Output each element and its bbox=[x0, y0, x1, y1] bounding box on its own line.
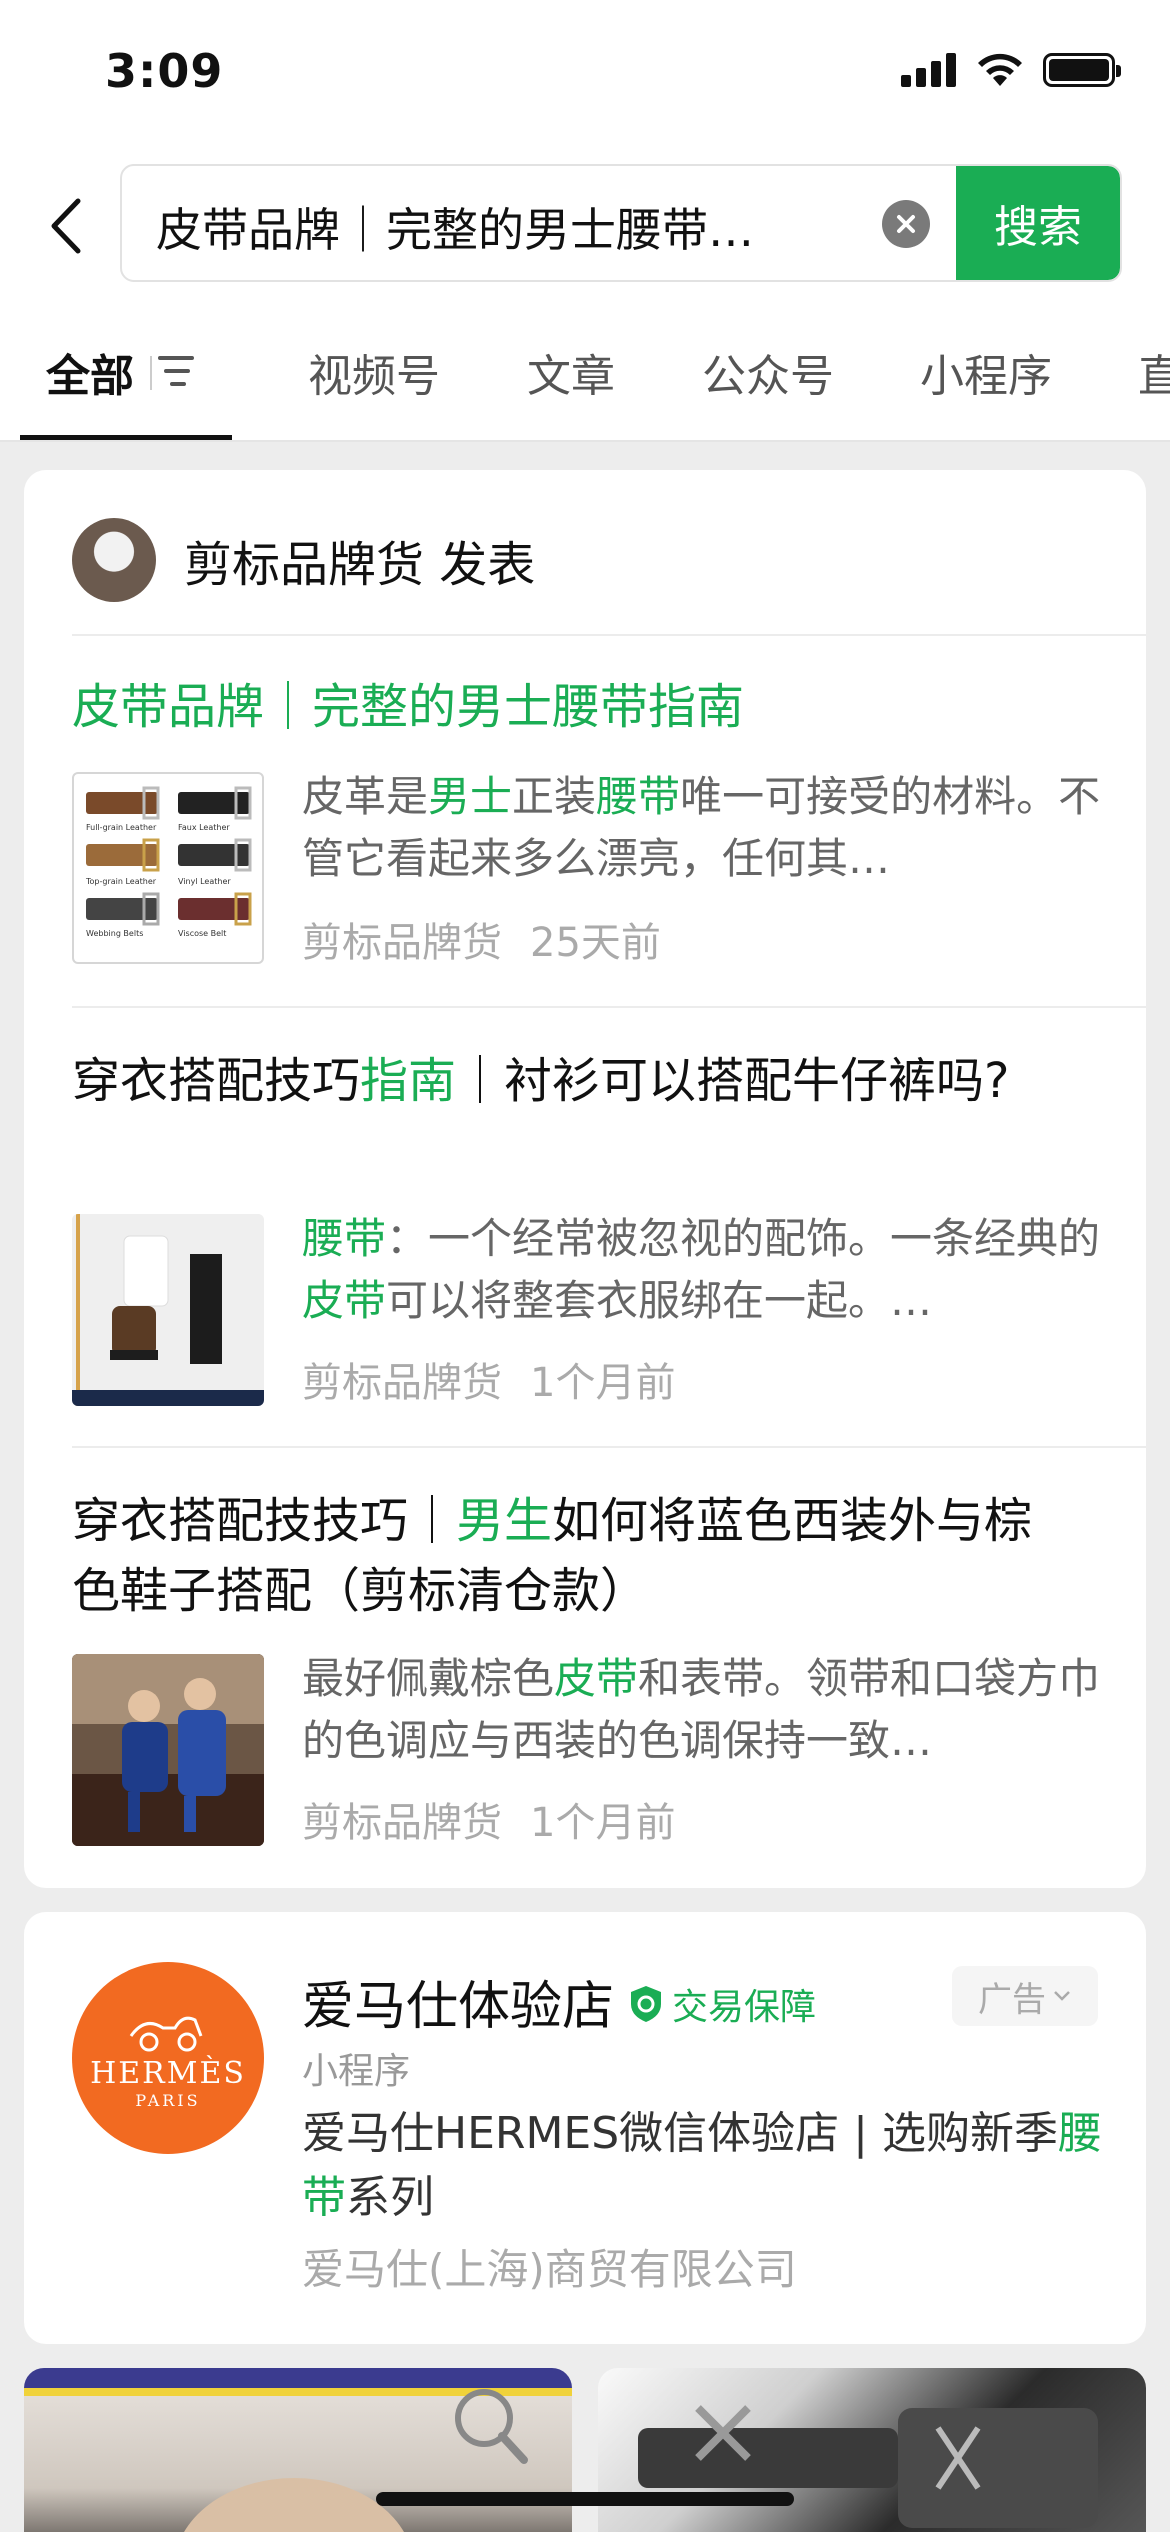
filter-icon[interactable] bbox=[152, 352, 196, 394]
article-source: 剪标品牌货 bbox=[302, 1800, 502, 1846]
back-button[interactable] bbox=[40, 186, 90, 266]
article-thumbnail bbox=[72, 1214, 264, 1406]
guarantee-label: 交易保障 bbox=[672, 1987, 817, 2028]
company-name: 爱马仕(上海)商贸有限公司 bbox=[302, 2245, 797, 2294]
category-tabs: 全部 视频号 文章 公众号 小程序 直 bbox=[0, 300, 1170, 442]
title-text: 皮带品牌｜完整的男士腰带指南 bbox=[72, 679, 745, 735]
thumb-label: Viscose Belt bbox=[178, 929, 226, 938]
search-button[interactable]: 搜索 bbox=[956, 166, 1120, 280]
article-excerpt: 最好佩戴棕色皮带和表带。领带和口袋方巾的色调应与西装的色调保持一致… bbox=[302, 1648, 1102, 1772]
ad-label: 广告 bbox=[978, 1979, 1046, 2020]
excerpt-highlight: 皮带 bbox=[554, 1654, 639, 1703]
article-meta: 剪标品牌货 25天前 bbox=[302, 910, 661, 968]
shield-check-icon bbox=[631, 1986, 661, 2022]
wifi-icon bbox=[978, 53, 1022, 86]
video-thumbnail[interactable] bbox=[598, 2368, 1146, 2532]
mini-program-card[interactable]: HERMÈS PARIS 爱马仕体验店 交易保障 广告 小程序 爱马仕HERME… bbox=[24, 1912, 1146, 2344]
article-results-card: 剪标品牌货 发表 皮带品牌｜完整的男士腰带指南 Full-grain Leath… bbox=[24, 470, 1146, 1888]
desc-text: 爱马仕HERMES微信体验店 | 选购新季 bbox=[302, 2108, 1058, 2159]
article-meta: 剪标品牌货 1个月前 bbox=[302, 1350, 675, 1408]
title-text: 穿衣搭配技巧 bbox=[72, 1053, 361, 1109]
title-highlight: 指南 bbox=[360, 1053, 457, 1109]
title-text: ｜衬衫可以搭配牛仔裤吗? bbox=[456, 1053, 1010, 1109]
article-source: 剪标品牌货 bbox=[302, 1360, 502, 1406]
active-tab-indicator bbox=[20, 435, 232, 440]
battery-icon bbox=[1043, 53, 1121, 87]
avatar bbox=[72, 518, 156, 602]
search-input[interactable]: 皮带品牌｜完整的男士腰带… bbox=[156, 194, 846, 260]
mini-program-name: 爱马仕体验店 bbox=[302, 1977, 615, 2037]
tab-articles[interactable]: 文章 bbox=[527, 340, 615, 404]
divider bbox=[72, 634, 1146, 636]
article-meta: 剪标品牌货 1个月前 bbox=[302, 1790, 675, 1848]
home-indicator bbox=[376, 2492, 794, 2506]
mini-program-description: 爱马仕HERMES微信体验店 | 选购新季腰带系列 bbox=[302, 2102, 1102, 2230]
search-header: 皮带品牌｜完整的男士腰带… 搜索 bbox=[0, 150, 1170, 300]
tab-channels[interactable]: 视频号 bbox=[308, 340, 440, 404]
desc-text: 系列 bbox=[346, 2172, 434, 2223]
article-source: 剪标品牌货 bbox=[302, 920, 502, 966]
thumb-label: Full-grain Leather bbox=[86, 823, 157, 832]
ad-tag[interactable]: 广告 bbox=[952, 1966, 1098, 2026]
author-row[interactable]: 剪标品牌货 发表 bbox=[72, 518, 535, 602]
thumb-label: Faux Leather bbox=[178, 823, 230, 832]
search-box[interactable]: 皮带品牌｜完整的男士腰带… 搜索 bbox=[120, 164, 1122, 282]
hermes-logo: HERMÈS PARIS bbox=[72, 1962, 264, 2154]
article-time: 25天前 bbox=[530, 920, 661, 966]
divider bbox=[72, 1446, 1146, 1448]
trade-guarantee-badge: 交易保障 bbox=[628, 1978, 816, 2030]
excerpt-text: 皮革是 bbox=[302, 772, 429, 821]
cellular-signal-icon bbox=[901, 53, 956, 87]
excerpt-text: 可以将整套衣服绑在一起。… bbox=[386, 1276, 933, 1325]
excerpt-text: 正装 bbox=[512, 772, 597, 821]
tab-official-accounts[interactable]: 公众号 bbox=[702, 340, 834, 404]
tab-live[interactable]: 直 bbox=[1138, 340, 1170, 404]
article-excerpt: 腰带：一个经常被忽视的配饰。一条经典的皮带可以将整套衣服绑在一起。… bbox=[302, 1208, 1102, 1332]
excerpt-highlight: 皮带 bbox=[302, 1276, 387, 1325]
tab-all[interactable]: 全部 bbox=[46, 340, 134, 404]
mini-program-type: 小程序 bbox=[302, 2051, 411, 2092]
title-highlight: 男生 bbox=[456, 1493, 553, 1549]
article-title[interactable]: 穿衣搭配技巧指南｜衬衫可以搭配牛仔裤吗? bbox=[72, 1046, 1072, 1116]
thumb-label: Webbing Belts bbox=[86, 929, 143, 938]
clear-search-button[interactable] bbox=[882, 200, 930, 248]
status-icons bbox=[901, 52, 1121, 88]
excerpt-text: 最好佩戴棕色 bbox=[302, 1654, 555, 1703]
excerpt-highlight: 男士 bbox=[428, 772, 513, 821]
status-bar: 3:09 bbox=[0, 0, 1170, 150]
chevron-down-icon bbox=[1054, 1991, 1070, 2001]
close-icon bbox=[897, 215, 915, 233]
article-title[interactable]: 皮带品牌｜完整的男士腰带指南 bbox=[72, 672, 1072, 742]
logo-brand: HERMÈS bbox=[90, 2056, 246, 2091]
thumb-label: Top-grain Leather bbox=[85, 877, 157, 886]
excerpt-highlight: 腰带 bbox=[596, 772, 681, 821]
divider bbox=[72, 1006, 1146, 1008]
article-thumbnail bbox=[72, 1654, 264, 1846]
logo-city: PARIS bbox=[135, 2091, 201, 2110]
author-name: 剪标品牌货 发表 bbox=[184, 537, 536, 593]
chevron-left-icon bbox=[51, 198, 81, 254]
status-time: 3:09 bbox=[105, 44, 224, 98]
tab-mini-programs[interactable]: 小程序 bbox=[920, 340, 1052, 404]
article-thumbnail: Full-grain Leather Faux Leather Top-grai… bbox=[72, 772, 264, 964]
article-time: 1个月前 bbox=[530, 1360, 676, 1406]
title-text: 穿衣搭配技技巧｜ bbox=[72, 1493, 457, 1549]
article-excerpt: 皮革是男士正装腰带唯一可接受的材料。不管它看起来多么漂亮，任何其… bbox=[302, 766, 1102, 890]
excerpt-text: ：一个经常被忽视的配饰。一条经典的 bbox=[386, 1214, 1101, 1263]
carriage-icon bbox=[129, 2016, 203, 2052]
video-thumbnail[interactable] bbox=[24, 2368, 572, 2532]
article-time: 1个月前 bbox=[530, 1800, 676, 1846]
excerpt-highlight: 腰带 bbox=[302, 1214, 387, 1263]
article-title[interactable]: 穿衣搭配技技巧｜男生如何将蓝色西装外与棕色鞋子搭配（剪标清仓款） bbox=[72, 1486, 1072, 1626]
thumb-label: Vinyl Leather bbox=[178, 877, 231, 886]
